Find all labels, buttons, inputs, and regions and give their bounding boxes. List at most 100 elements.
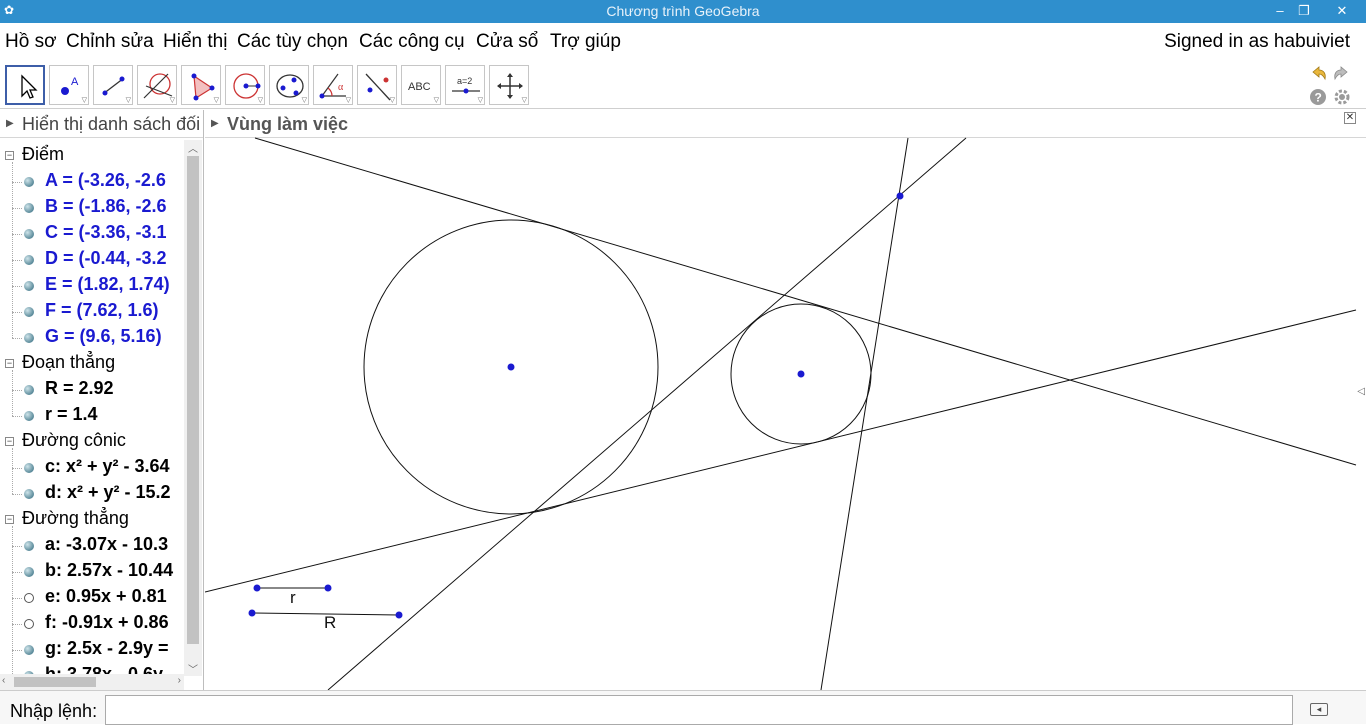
visibility-toggle[interactable]: [24, 541, 34, 551]
list-item[interactable]: B = (-1.86, -2.6: [45, 196, 167, 217]
list-item[interactable]: E = (1.82, 1.74): [45, 274, 170, 295]
list-item[interactable]: g: 2.5x - 2.9y =: [45, 638, 169, 659]
list-item[interactable]: A = (-3.26, -2.6: [45, 170, 166, 191]
visibility-toggle[interactable]: [24, 489, 34, 499]
menu-view[interactable]: Hiển thị: [163, 31, 227, 53]
list-item[interactable]: r = 1.4: [45, 404, 98, 425]
minimize-button[interactable]: –: [1267, 0, 1293, 23]
list-item[interactable]: d: x² + y² - 15.2: [45, 482, 171, 503]
help-icon[interactable]: ?: [1309, 88, 1327, 106]
tree-connector: [12, 208, 22, 209]
list-item[interactable]: a: -3.07x - 10.3: [45, 534, 168, 555]
segment-r-end-point[interactable]: [324, 584, 332, 592]
title-bar: ✿ Chương trình GeoGebra – ❐ ✕: [0, 0, 1366, 23]
drawing-canvas[interactable]: r R: [205, 110, 1366, 690]
close-window-button[interactable]: ✕: [1327, 0, 1357, 23]
algebra-view-header[interactable]: ▶ Hiển thị danh sách đối tượng: [0, 110, 203, 138]
tangent-line-4[interactable]: [820, 137, 909, 690]
list-item[interactable]: G = (9.6, 5.16): [45, 326, 162, 347]
menu-options[interactable]: Các tùy chọn: [237, 31, 348, 53]
visibility-toggle[interactable]: [24, 307, 34, 317]
scrollbar-thumb[interactable]: [14, 677, 96, 687]
expand-sidebar-icon[interactable]: ◁: [1357, 386, 1365, 397]
collapse-group-icon[interactable]: −: [5, 359, 14, 368]
toolbar: A ▽ ▽ ▽ ▽ ▽ ▽ α ▽ ▽ ABC ▽ a=2 ▽ ▽ ?: [0, 61, 1366, 109]
move-tool-button[interactable]: [5, 65, 45, 105]
tangent-line-1[interactable]: [254, 137, 1357, 466]
visibility-toggle[interactable]: [24, 177, 34, 187]
segment-R-end-point[interactable]: [395, 611, 403, 619]
group-header[interactable]: Điểm: [22, 144, 64, 165]
list-item[interactable]: f: -0.91x + 0.86: [45, 612, 169, 633]
move-graphics-tool-button[interactable]: ▽: [489, 65, 529, 105]
menu-help[interactable]: Trợ giúp: [550, 31, 621, 53]
algebra-horizontal-scrollbar[interactable]: ‹ ›: [0, 674, 184, 690]
list-item[interactable]: R = 2.92: [45, 378, 114, 399]
scroll-left-icon[interactable]: ‹: [2, 675, 5, 686]
visibility-toggle[interactable]: [24, 385, 34, 395]
collapse-group-icon[interactable]: −: [5, 437, 14, 446]
visibility-toggle[interactable]: [24, 463, 34, 473]
visibility-toggle[interactable]: [24, 593, 34, 603]
algebra-vertical-scrollbar[interactable]: ︿ ﹀: [184, 140, 202, 676]
conic-tool-button[interactable]: ▽: [269, 65, 309, 105]
group-header[interactable]: Đường cônic: [22, 430, 126, 451]
list-item[interactable]: F = (7.62, 1.6): [45, 300, 159, 321]
maximize-button[interactable]: ❐: [1291, 0, 1317, 23]
reflect-tool-button[interactable]: ▽: [357, 65, 397, 105]
visibility-toggle[interactable]: [24, 645, 34, 655]
text-tool-button[interactable]: ABC ▽: [401, 65, 441, 105]
visibility-toggle[interactable]: [24, 619, 34, 629]
angle-tool-button[interactable]: α ▽: [313, 65, 353, 105]
signed-in-status[interactable]: Signed in as habuiviet: [1164, 31, 1350, 53]
perpendicular-tool-button[interactable]: ▽: [137, 65, 177, 105]
collapse-arrow-icon[interactable]: ▶: [6, 118, 14, 129]
scroll-up-icon[interactable]: ︿: [188, 140, 198, 155]
list-item[interactable]: b: 2.57x - 10.44: [45, 560, 173, 581]
list-item[interactable]: D = (-0.44, -3.2: [45, 248, 167, 269]
keyboard-icon[interactable]: ◂: [1310, 703, 1328, 716]
tangent-line-3[interactable]: [327, 137, 967, 690]
menu-edit[interactable]: Chỉnh sửa: [66, 31, 154, 53]
visibility-toggle[interactable]: [24, 567, 34, 577]
tangent-line-2[interactable]: [205, 309, 1357, 593]
redo-icon[interactable]: [1333, 64, 1351, 82]
visibility-toggle[interactable]: [24, 411, 34, 421]
cursor-arrow-icon: [21, 74, 38, 99]
visibility-toggle[interactable]: [24, 281, 34, 291]
svg-text:A: A: [71, 76, 79, 88]
menu-file[interactable]: Hồ sơ: [5, 31, 57, 53]
command-input-field[interactable]: [105, 695, 1293, 725]
collapse-group-icon[interactable]: −: [5, 151, 14, 160]
visibility-toggle[interactable]: [24, 203, 34, 213]
tree-connector: [12, 526, 13, 676]
polygon-tool-button[interactable]: ▽: [181, 65, 221, 105]
segment-R-start-point[interactable]: [248, 609, 256, 617]
graphics-view[interactable]: ▶ Vùng làm việc ✕ r R ◁: [205, 110, 1366, 690]
line-tool-button[interactable]: ▽: [93, 65, 133, 105]
collapse-group-icon[interactable]: −: [5, 515, 14, 524]
visibility-toggle[interactable]: [24, 333, 34, 343]
visibility-toggle[interactable]: [24, 255, 34, 265]
intersection-point[interactable]: [896, 192, 904, 200]
scroll-right-icon[interactable]: ›: [178, 675, 181, 686]
scroll-down-icon[interactable]: ﹀: [188, 661, 198, 676]
menu-tools[interactable]: Các công cụ: [359, 31, 465, 53]
visibility-toggle[interactable]: [24, 229, 34, 239]
center-point-large[interactable]: [507, 363, 515, 371]
undo-icon[interactable]: [1309, 64, 1327, 82]
point-tool-button[interactable]: A ▽: [49, 65, 89, 105]
circle-tool-button[interactable]: ▽: [225, 65, 265, 105]
list-item[interactable]: c: x² + y² - 3.64: [45, 456, 170, 477]
scrollbar-thumb[interactable]: [187, 156, 199, 644]
center-point-small[interactable]: [797, 370, 805, 378]
menu-window[interactable]: Cửa sổ: [476, 31, 538, 53]
segment-r-label: r: [290, 588, 296, 607]
group-header[interactable]: Đoạn thẳng: [22, 352, 115, 373]
segment-r-start-point[interactable]: [253, 584, 261, 592]
settings-icon[interactable]: [1333, 88, 1351, 106]
slider-tool-button[interactable]: a=2 ▽: [445, 65, 485, 105]
list-item[interactable]: C = (-3.36, -3.1: [45, 222, 167, 243]
list-item[interactable]: e: 0.95x + 0.81: [45, 586, 167, 607]
group-header[interactable]: Đường thẳng: [22, 508, 129, 529]
